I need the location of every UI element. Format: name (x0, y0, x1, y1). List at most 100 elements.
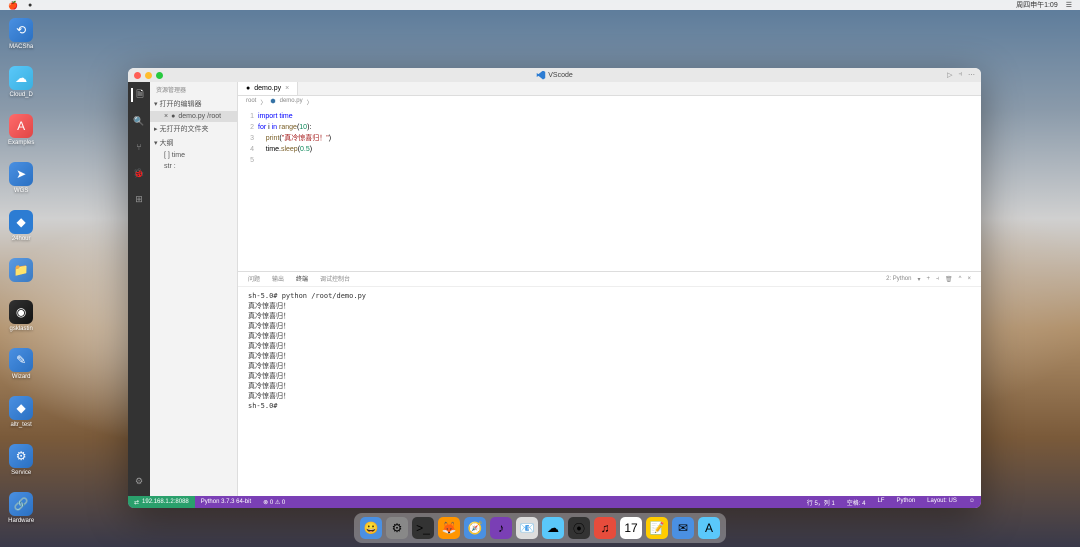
dock-item[interactable]: 📝 (646, 517, 668, 539)
menubar-clock[interactable]: 周四申午1:09 (1016, 0, 1058, 10)
vscode-window: VScode ▷ ⫞ ⋯ 🗎 🔍 ⑂ 🐞 ⊞ ⚙ 资源管理器 ▾ 打开的编辑器 … (128, 68, 981, 508)
app-icon: ◆ (9, 210, 33, 234)
window-title-text: VScode (548, 72, 573, 79)
breadcrumb-segment[interactable]: demo.py (280, 98, 303, 107)
status-item[interactable]: 行 5，列 1 (801, 498, 841, 507)
macos-dock: 😀⚙>_🦊🧭♪📧☁⦿♫17📝✉A (354, 513, 726, 543)
more-icon[interactable]: ⋯ (968, 71, 975, 79)
activity-settings-icon[interactable]: ⚙ (132, 474, 146, 488)
status-problems[interactable]: ⊗ 0 ⚠ 0 (257, 499, 291, 506)
desktop-icon-WGS[interactable]: ➤WGS (8, 162, 34, 194)
trash-icon[interactable]: 🗑 (945, 276, 953, 283)
panel-tab-problems[interactable]: 问题 (248, 274, 260, 284)
split-terminal-icon[interactable]: ⫞ (936, 276, 939, 283)
sidebar-open-file[interactable]: × ● demo.py /root (150, 111, 237, 122)
terminal-selector[interactable]: 2: Python (886, 276, 911, 282)
maximize-panel-icon[interactable]: ^ (959, 276, 962, 282)
modified-icon: ● (171, 113, 175, 120)
modified-icon: ● (246, 85, 250, 92)
editor-area: ● demo.py × root〉 ⬢ demo.py〉 12345 impor… (238, 82, 981, 496)
desktop-icon-Wizard[interactable]: ✎Wizard (8, 348, 34, 380)
desktop-icon-Hardware[interactable]: 🔗Hardware (8, 492, 34, 524)
sidebar-outline[interactable]: ▾ 大纲 (150, 136, 237, 150)
dock-item[interactable]: ✉ (672, 517, 694, 539)
status-item[interactable]: Layout: US (921, 498, 963, 507)
status-python[interactable]: Python 3.7.3 64-bit (195, 499, 257, 505)
desktop-icon-Service[interactable]: ⚙Service (8, 444, 34, 476)
tab-label: demo.py (254, 85, 281, 92)
apple-menu-icon[interactable]: 🍎 (8, 1, 18, 10)
dock-item[interactable]: 🦊 (438, 517, 460, 539)
status-item[interactable]: 空格: 4 (841, 498, 872, 507)
terminal-output[interactable]: sh-5.0# python /root/demo.py 真冷惊喜归！ 真冷惊喜… (238, 287, 981, 496)
panel-tabs: 问题 输出 终端 调试控制台 2: Python ▾ + ⫞ 🗑 ^ × (238, 272, 981, 287)
status-item[interactable]: ☺ (963, 498, 981, 507)
macos-menubar: 🍎 ● 周四申午1:09 ☰ (0, 0, 1080, 10)
panel-tab-debug[interactable]: 调试控制台 (320, 274, 350, 284)
new-terminal-icon[interactable]: + (927, 276, 931, 282)
vscode-icon (536, 71, 545, 80)
desktop-icon-Examples[interactable]: AExamples (8, 114, 34, 146)
dock-item[interactable]: ♫ (594, 517, 616, 539)
dock-item[interactable]: ♪ (490, 517, 512, 539)
tab-close-icon[interactable]: × (285, 85, 289, 92)
breadcrumb-segment[interactable]: root (246, 98, 256, 107)
close-panel-icon[interactable]: × (967, 276, 971, 282)
dock-item[interactable]: ⚙ (386, 517, 408, 539)
status-item[interactable]: LF (871, 498, 890, 507)
dock-item[interactable]: 📧 (516, 517, 538, 539)
activity-explorer-icon[interactable]: 🗎 (131, 88, 145, 102)
minimize-button[interactable] (145, 72, 152, 79)
tab-demo-py[interactable]: ● demo.py × (238, 82, 298, 95)
chevron-down-icon[interactable]: ▾ (917, 276, 920, 283)
maximize-button[interactable] (156, 72, 163, 79)
terminal-panel: 问题 输出 终端 调试控制台 2: Python ▾ + ⫞ 🗑 ^ × sh-… (238, 271, 981, 496)
app-label: Wizard (12, 374, 31, 380)
close-icon[interactable]: × (164, 113, 168, 120)
dock-item[interactable]: ☁ (542, 517, 564, 539)
app-icon: ⟲ (9, 18, 33, 42)
sidebar-open-editors[interactable]: ▾ 打开的编辑器 (150, 97, 237, 111)
activity-debug-icon[interactable]: 🐞 (132, 166, 146, 180)
sidebar-outline-item[interactable]: [ ] time (150, 150, 237, 161)
code-editor[interactable]: 12345 import time for i in range(10): pr… (238, 109, 981, 271)
dock-item[interactable]: A (698, 517, 720, 539)
close-button[interactable] (134, 72, 141, 79)
sidebar: 资源管理器 ▾ 打开的编辑器 × ● demo.py /root ▸ 无打开的文… (150, 82, 238, 496)
panel-tab-terminal[interactable]: 终端 (296, 274, 308, 284)
remote-icon: ⇄ (134, 499, 139, 506)
menubar-list-icon[interactable]: ☰ (1066, 1, 1072, 9)
window-titlebar[interactable]: VScode ▷ ⫞ ⋯ (128, 68, 981, 82)
split-icon[interactable]: ⫞ (959, 71, 963, 79)
line-numbers: 12345 (238, 109, 258, 271)
app-label: WGS (14, 188, 28, 194)
desktop-icon-altr_test[interactable]: ◆altr_test (8, 396, 34, 428)
activity-git-icon[interactable]: ⑂ (132, 140, 146, 154)
activity-search-icon[interactable]: 🔍 (132, 114, 146, 128)
sidebar-item-label: demo.py /root (178, 113, 221, 120)
app-icon: 📁 (9, 258, 33, 282)
sidebar-no-folder[interactable]: ▸ 无打开的文件夹 (150, 122, 237, 136)
desktop-icon-24hour[interactable]: ◆24hour (8, 210, 34, 242)
desktop-icon-Cloud_D[interactable]: ☁Cloud_D (8, 66, 34, 98)
sidebar-outline-item[interactable]: str : (150, 161, 237, 172)
activity-extensions-icon[interactable]: ⊞ (132, 192, 146, 206)
status-remote[interactable]: ⇄ 192.168.1.2:8088 (128, 496, 195, 508)
panel-tab-output[interactable]: 输出 (272, 274, 284, 284)
app-label: gsklastin (10, 326, 33, 332)
code-content[interactable]: import time for i in range(10): print("真… (258, 109, 981, 271)
dock-item[interactable]: >_ (412, 517, 434, 539)
menu-dot: ● (28, 2, 32, 9)
dock-item[interactable]: ⦿ (568, 517, 590, 539)
desktop-icon-gsklastin[interactable]: ◉gsklastin (8, 300, 34, 332)
dock-item[interactable]: 17 (620, 517, 642, 539)
run-icon[interactable]: ▷ (947, 71, 952, 79)
app-label: Service (11, 470, 31, 476)
desktop-icon-MACSha[interactable]: ⟲MACSha (8, 18, 34, 50)
dock-item[interactable]: 😀 (360, 517, 382, 539)
dock-item[interactable]: 🧭 (464, 517, 486, 539)
breadcrumb[interactable]: root〉 ⬢ demo.py〉 (238, 96, 981, 109)
status-item[interactable]: Python (890, 498, 921, 507)
app-label: altr_test (11, 422, 32, 428)
desktop-icon-[interactable]: 📁 (8, 258, 34, 284)
